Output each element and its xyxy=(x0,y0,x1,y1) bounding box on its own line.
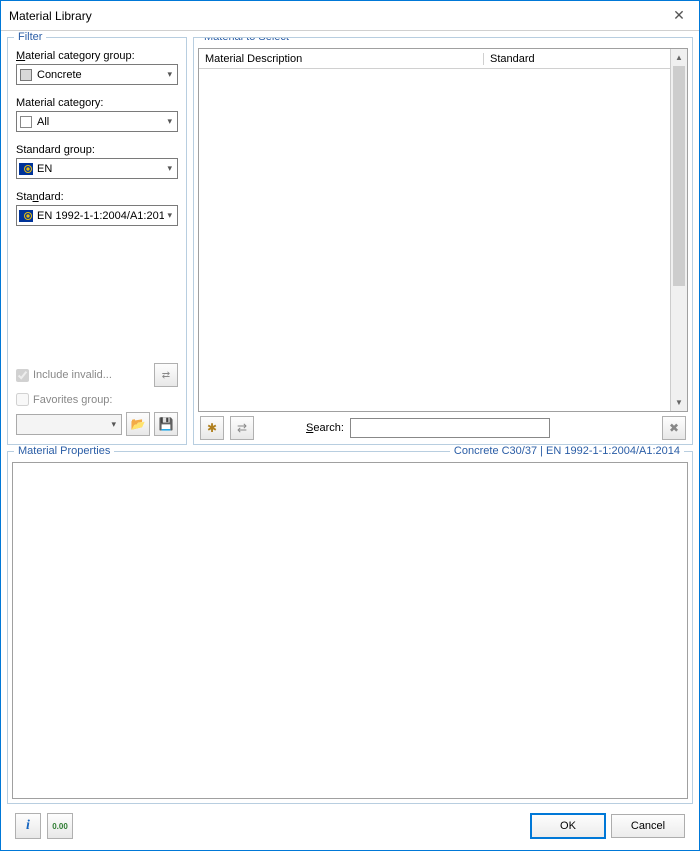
material-table-header: Material Description Standard xyxy=(199,49,670,69)
eu-flag-icon xyxy=(19,209,33,223)
cancel-button[interactable]: Cancel xyxy=(611,814,685,838)
close-button[interactable]: ✕ xyxy=(659,1,699,31)
concrete-icon xyxy=(19,68,33,82)
include-invalid-label: Include invalid... xyxy=(33,369,112,381)
material-select-panel: Material to Select Material Description … xyxy=(193,37,693,445)
eu-flag-icon xyxy=(19,162,33,176)
chevron-down-icon: ▾ xyxy=(164,210,175,221)
material-category-group-value: Concrete xyxy=(37,69,164,81)
search-input[interactable] xyxy=(350,418,550,438)
col-description[interactable]: Material Description xyxy=(199,53,484,65)
col-standard[interactable]: Standard xyxy=(484,53,670,65)
include-invalid-checkbox[interactable] xyxy=(16,369,29,382)
chevron-down-icon: ▾ xyxy=(164,116,175,127)
properties-title: Material Properties xyxy=(14,445,114,457)
chevron-down-icon: ▾ xyxy=(108,419,119,430)
filter-settings-button[interactable]: ⇄ xyxy=(154,363,178,387)
material-table: Material Description Standard ▲ ▼ xyxy=(198,48,688,412)
scroll-thumb[interactable] xyxy=(673,66,685,286)
decimals-button[interactable]: 0.00 xyxy=(47,813,73,839)
standard-combo[interactable]: EN 1992-1-1:2004/A1:2014 ▾ xyxy=(16,205,178,226)
chevron-down-icon: ▾ xyxy=(164,163,175,174)
filter-title: Filter xyxy=(14,31,46,43)
favorites-group-checkbox[interactable] xyxy=(16,393,29,406)
standard-group-combo[interactable]: EN ▾ xyxy=(16,158,178,179)
window-title: Material Library xyxy=(9,9,659,23)
favorites-group-check[interactable]: Favorites group: xyxy=(16,393,178,406)
favorites-open-button[interactable]: 📂 xyxy=(126,412,150,436)
dialog-window: Material Library ✕ Filter Material categ… xyxy=(0,0,700,851)
ok-button[interactable]: OK xyxy=(531,814,605,838)
material-category-label: Material category: xyxy=(16,97,178,109)
new-material-button[interactable]: ✱ xyxy=(200,416,224,440)
standard-group-value: EN xyxy=(37,163,164,175)
import-material-button[interactable]: ⇄ xyxy=(230,416,254,440)
favorites-combo[interactable]: ▾ xyxy=(16,414,122,435)
properties-context: Concrete C30/37 | EN 1992-1-1:2004/A1:20… xyxy=(450,445,684,457)
favorites-save-button[interactable]: 💾 xyxy=(154,412,178,436)
material-category-group-combo[interactable]: Concrete ▾ xyxy=(16,64,178,85)
filter-panel: Filter Material category group: Concrete… xyxy=(7,37,187,445)
dialog-footer: i 0.00 OK Cancel xyxy=(7,810,693,848)
material-select-title: Material to Select xyxy=(200,37,293,43)
scroll-down-icon[interactable]: ▼ xyxy=(671,394,687,411)
favorites-group-label: Favorites group: xyxy=(33,394,112,406)
search-label: Search: xyxy=(306,422,344,434)
standard-group-label: Standard group: xyxy=(16,144,178,156)
vertical-scrollbar[interactable]: ▲ ▼ xyxy=(670,49,687,411)
material-category-value: All xyxy=(37,116,164,128)
material-category-group-label: Material category group: xyxy=(16,50,178,62)
scroll-up-icon[interactable]: ▲ xyxy=(671,49,687,66)
titlebar: Material Library ✕ xyxy=(1,1,699,31)
properties-grid xyxy=(12,462,688,799)
all-icon xyxy=(19,115,33,129)
material-properties-panel: Material Properties Concrete C30/37 | EN… xyxy=(7,451,693,804)
standard-label: Standard: xyxy=(16,191,178,203)
help-button[interactable]: i xyxy=(15,813,41,839)
material-category-combo[interactable]: All ▾ xyxy=(16,111,178,132)
clear-search-button[interactable]: ✖ xyxy=(662,416,686,440)
standard-value: EN 1992-1-1:2004/A1:2014 xyxy=(37,210,164,222)
material-rows xyxy=(199,69,670,411)
chevron-down-icon: ▾ xyxy=(164,69,175,80)
include-invalid-check[interactable]: Include invalid... ⇄ xyxy=(16,363,178,387)
content: Filter Material category group: Concrete… xyxy=(1,31,699,850)
